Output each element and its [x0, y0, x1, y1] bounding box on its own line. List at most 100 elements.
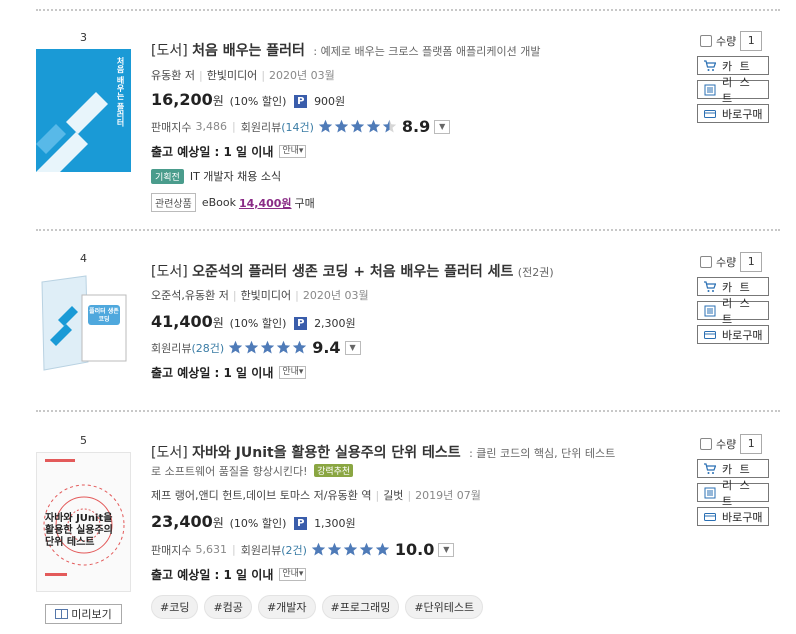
star-icon — [292, 340, 307, 354]
card-icon — [704, 511, 716, 523]
buy-now-button[interactable]: 바로구매 — [697, 104, 769, 123]
list-icon — [704, 487, 716, 499]
list-icon — [704, 305, 716, 317]
cart-icon — [704, 59, 717, 72]
publish-date: 2020년 03월 — [302, 289, 369, 302]
sales-label: 판매지수 — [151, 543, 192, 557]
cover-title: 자바와 JUnit을 활용한 실용주의 단위 테스트 — [45, 513, 113, 548]
related-ebook: eBook — [201, 196, 236, 209]
cart-icon — [704, 462, 717, 475]
select-checkbox[interactable] — [700, 256, 712, 268]
quantity-row: 수량 1 — [697, 252, 769, 272]
shipping-line: 출고 예상일 : 1 일 이내 안내▾ — [151, 364, 307, 381]
book-title-link[interactable]: 처음 배우는 플러터 — [192, 43, 305, 59]
author-link[interactable]: 유동환 저 — [151, 69, 195, 82]
currency: 원 — [212, 516, 224, 530]
buy-now-button[interactable]: 바로구매 — [697, 507, 769, 526]
book-cover[interactable]: 자바와 JUnit을 활용한 실용주의 단위 테스트 — [36, 452, 131, 592]
strong-recommend-badge: 강력추천 — [314, 464, 354, 477]
review-label: 회원리뷰 — [151, 341, 192, 355]
hashtag[interactable]: #컴공 — [204, 595, 252, 619]
hashtag[interactable]: #코딩 — [151, 595, 199, 619]
cart-button[interactable]: 카 트 — [697, 459, 769, 478]
shipping-guide-button[interactable]: 안내▾ — [279, 145, 307, 158]
author-link[interactable]: 제프 랭어,앤디 헌트,데이브 토마스 저/유동환 역 — [151, 489, 371, 502]
review-count: (28건) — [191, 341, 225, 355]
related-buy[interactable]: 구매 — [295, 195, 315, 211]
cart-icon — [704, 280, 717, 293]
divider — [36, 229, 780, 231]
points-icon: P — [294, 317, 308, 330]
publisher-link[interactable]: 한빛미디어 — [207, 69, 258, 82]
book-title-link[interactable]: 오준석의 플러터 생존 코딩 + 처음 배우는 플러터 세트 — [192, 264, 513, 280]
select-checkbox[interactable] — [700, 35, 712, 47]
stat-line: 판매지수 5,631 | 회원리뷰(2건) 10.0 ▼ — [151, 540, 455, 559]
star-icon — [366, 119, 381, 133]
star-icon — [343, 542, 358, 556]
author-link[interactable]: 오준석,유동환 저 — [151, 289, 229, 302]
shipping-line: 출고 예상일 : 1 일 이내 안내▾ — [151, 143, 307, 160]
sales-index: 5,631 — [195, 543, 227, 556]
list-icon — [704, 84, 716, 96]
review-link[interactable]: 회원리뷰(14건) — [241, 119, 314, 135]
cover-title: 플러터 생존코딩 — [89, 308, 119, 323]
cover-title: 처음 배우는 플러터 — [116, 57, 125, 127]
hashtag[interactable]: #개발자 — [257, 595, 316, 619]
quantity-input[interactable]: 1 — [740, 252, 763, 272]
item-actions: 수량 1 카 트 리 스 트 바로구매 — [697, 252, 769, 344]
book-title-line: [도서] 자바와 JUnit을 활용한 실용주의 단위 테스트 : 클린 코드의… — [151, 442, 615, 462]
star-icon — [311, 542, 326, 556]
related-line: 관련상품 eBook 14,400원 구매 — [151, 193, 315, 212]
book-title-link[interactable]: 자바와 JUnit을 활용한 실용주의 단위 테스트 — [192, 445, 460, 461]
related-price-link[interactable]: 14,400원 — [239, 195, 292, 211]
promo-tag: 기획전 — [151, 168, 184, 184]
price-line: 23,400원 (10% 할인) P 1,300원 — [151, 512, 356, 531]
preview-button[interactable]: 미리보기 — [45, 604, 122, 624]
book-subtitle-cont: 로 소프트웨어 품질을 향상시킨다! 강력추천 — [151, 463, 354, 479]
preview-label: 미리보기 — [71, 608, 112, 621]
review-label: 회원리뷰 — [240, 120, 282, 134]
quantity-input[interactable]: 1 — [740, 434, 763, 454]
shipping-guide-button[interactable]: 안내▾ — [279, 568, 307, 581]
review-link[interactable]: 회원리뷰(28건) — [151, 340, 224, 356]
hashtag[interactable]: #프로그래밍 — [321, 595, 400, 619]
points: 900원 — [314, 95, 346, 108]
rank-number: 5 — [80, 434, 87, 447]
book-cover[interactable]: 처음 배우는 플러터 — [36, 49, 131, 172]
book-open-icon — [55, 609, 69, 619]
chevron-down-icon[interactable]: ▼ — [344, 340, 361, 355]
promo-line[interactable]: 기획전 IT 개발자 채용 소식 — [151, 168, 281, 184]
shipping-guide-button[interactable]: 안내▾ — [279, 366, 307, 379]
select-checkbox[interactable] — [700, 438, 712, 450]
chevron-down-icon[interactable]: ▼ — [434, 119, 451, 134]
star-icon — [244, 340, 259, 354]
item-actions: 수량 1 카 트 리 스 트 바로구매 — [697, 31, 769, 123]
list-button[interactable]: 리 스 트 — [697, 76, 769, 105]
item-actions: 수량 1 카 트 리 스 트 바로구매 — [697, 434, 769, 526]
review-link[interactable]: 회원리뷰(2건) — [241, 542, 307, 558]
shipping-text: 출고 예상일 : 1 일 이내 — [151, 145, 274, 159]
currency: 원 — [212, 94, 224, 108]
quantity-input[interactable]: 1 — [740, 31, 763, 51]
price: 41,400 — [151, 312, 213, 331]
rating-score: 10.0 — [394, 540, 435, 559]
book-meta: 유동환 저 | 한빛미디어 | 2020년 03월 — [151, 69, 335, 82]
quantity-row: 수량 1 — [697, 31, 769, 51]
star-icon — [375, 542, 390, 556]
hashtag[interactable]: #단위테스트 — [405, 595, 484, 619]
book-cover[interactable]: 플러터 생존코딩 — [36, 270, 131, 373]
discount: (10% 할인) — [229, 95, 287, 108]
cart-button[interactable]: 카 트 — [697, 56, 769, 75]
cart-button[interactable]: 카 트 — [697, 277, 769, 296]
publisher-link[interactable]: 한빛미디어 — [241, 289, 292, 302]
chevron-down-icon[interactable]: ▼ — [438, 542, 455, 557]
buy-now-button[interactable]: 바로구매 — [697, 325, 769, 344]
promo-text[interactable]: IT 개발자 채용 소식 — [190, 168, 281, 184]
quantity-row: 수량 1 — [697, 434, 769, 454]
review-count: (14건) — [281, 120, 314, 134]
quantity-label: 수량 — [716, 438, 737, 451]
publisher-link[interactable]: 길벗 — [383, 489, 403, 502]
list-button[interactable]: 리 스 트 — [697, 297, 769, 326]
divider — [36, 9, 780, 11]
list-button[interactable]: 리 스 트 — [697, 479, 769, 508]
